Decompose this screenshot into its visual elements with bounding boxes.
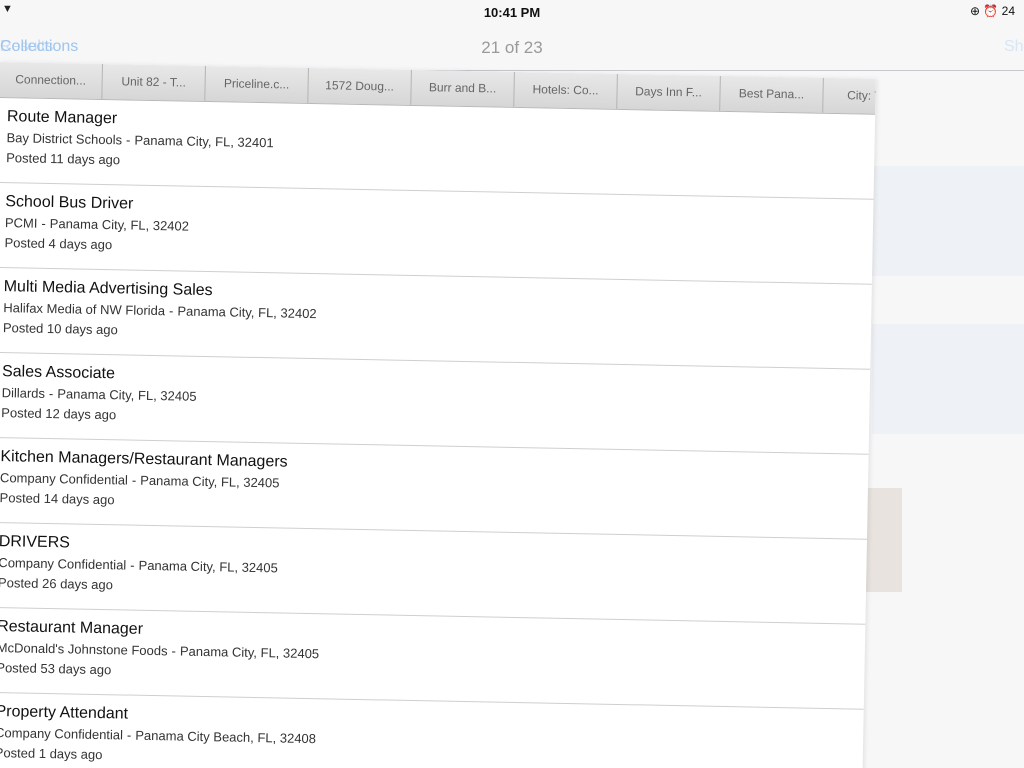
background-thumbnail: [862, 488, 902, 592]
job-list-item[interactable]: Sales Associate Dillards - Panama City, FL…: [0, 352, 871, 455]
job-company: Company Confidential: [0, 725, 124, 743]
background-thumbnail: [872, 324, 1024, 434]
job-company: Bay District Schools: [6, 130, 123, 148]
job-location: Panama City, FL, 32402: [49, 215, 190, 234]
job-location: Panama City, FL, 32405: [57, 386, 197, 404]
meta-separator: -: [48, 386, 54, 402]
page-counter: 21 of 23: [481, 38, 543, 57]
job-location: Panama City, FL, 32405: [179, 643, 320, 662]
job-list-item[interactable]: Kitchen Managers/Restaurant Managers Com…: [0, 437, 869, 540]
browser-tab[interactable]: Best Pana...: [720, 75, 824, 113]
job-list-item[interactable]: Restaurant Manager McDonald's Johnstone …: [0, 607, 866, 710]
browser-tab[interactable]: Hotels: Co...: [514, 71, 618, 109]
meta-separator: -: [41, 215, 46, 231]
meta-separator: -: [130, 557, 135, 573]
share-button[interactable]: Share: [1004, 38, 1024, 56]
background-thumbnail: [872, 166, 1024, 276]
job-list-item[interactable]: DRIVERS Company Confidential - Panama City…: [0, 522, 867, 625]
navigation-bar: Collections Results 21 of 23 Share: [0, 24, 1024, 71]
browser-tab[interactable]: Burr and B...: [411, 69, 515, 107]
job-company: Company Confidential: [0, 470, 129, 488]
job-results-panel: Connection... Unit 82 - T... Priceline.c…: [0, 62, 876, 768]
browser-tab[interactable]: Connection...: [0, 62, 103, 99]
status-bar: ▼ 10:41 PM ⊕ ⏰ 24: [0, 0, 1024, 24]
job-location: Panama City Beach, FL, 32408: [135, 727, 317, 747]
browser-tab[interactable]: Unit 82 - T...: [102, 63, 206, 101]
browser-tab[interactable]: Days Inn F...: [617, 73, 721, 111]
job-location: Panama City, FL, 32405: [140, 472, 280, 491]
job-company: Company Confidential: [0, 555, 127, 573]
job-company: PCMI: [4, 215, 38, 231]
browser-tab[interactable]: Priceline.c...: [205, 65, 309, 103]
job-list-item[interactable]: School Bus Driver PCMI - Panama City, FL, …: [0, 182, 874, 285]
browser-tab[interactable]: City: Tra...: [823, 77, 876, 115]
job-location: Panama City, FL, 32405: [138, 557, 278, 576]
job-list-item[interactable]: Multi Media Advertising Sales Halifax Me…: [0, 267, 872, 370]
job-list-item[interactable]: Route Manager Bay District Schools - Panam…: [0, 97, 876, 200]
job-company: Dillards: [1, 385, 46, 401]
meta-separator: -: [171, 643, 177, 659]
job-location: Panama City, FL, 32401: [134, 132, 274, 151]
browser-tab[interactable]: 1572 Doug...: [308, 67, 412, 105]
status-time: 10:41 PM: [483, 5, 541, 20]
status-right-icons: ⊕ ⏰ 24: [970, 4, 1016, 18]
meta-separator: -: [125, 132, 131, 148]
job-company: McDonald's Johnstone Foods: [0, 640, 168, 659]
meta-separator: -: [126, 727, 132, 743]
meta-separator: -: [168, 303, 174, 319]
job-company: Halifax Media of NW Florida: [3, 300, 166, 319]
job-location: Panama City, FL, 32402: [177, 303, 317, 322]
meta-separator: -: [131, 472, 137, 488]
